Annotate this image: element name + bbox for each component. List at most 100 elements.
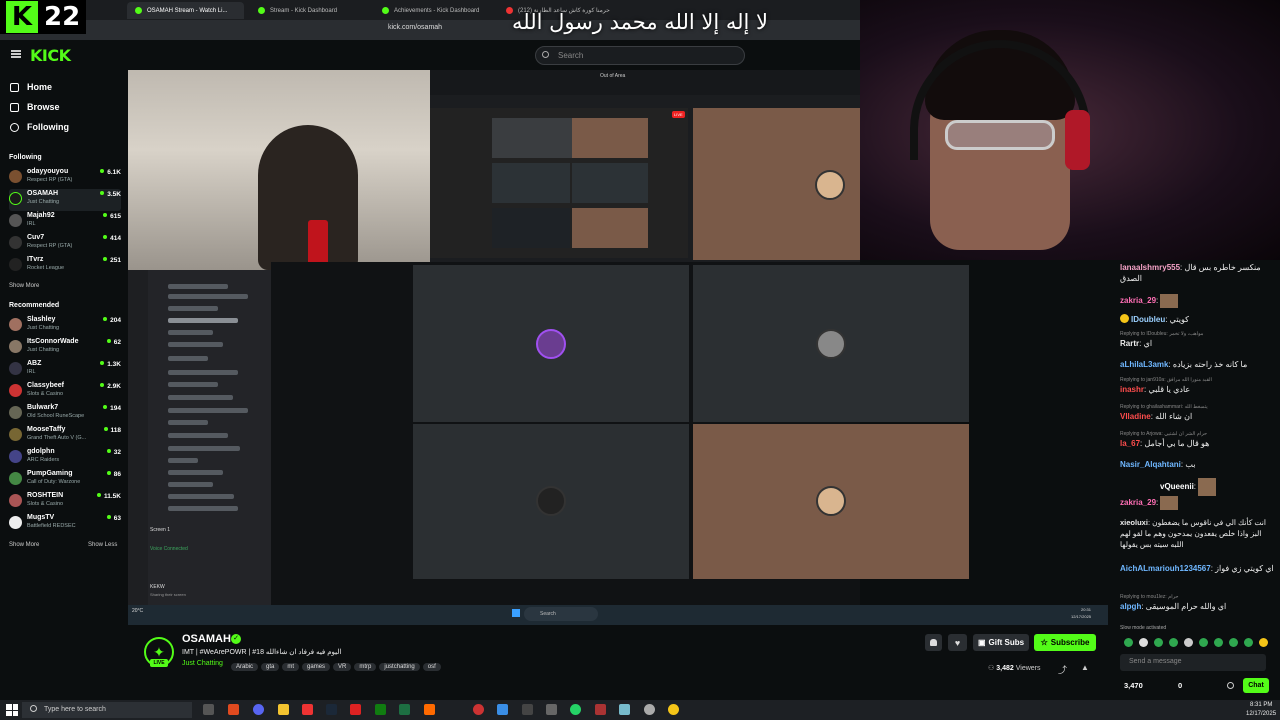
nav-home[interactable]: Home	[10, 82, 52, 92]
kicks-count[interactable]: 0	[1178, 681, 1182, 690]
steam-icon[interactable]	[326, 704, 337, 715]
xbox-icon[interactable]	[375, 704, 386, 715]
emote-icon[interactable]	[1229, 638, 1238, 647]
out-of-area-label: Out of Area	[600, 73, 626, 79]
sidebar-channel[interactable]: ITvrz Rocket League 251	[9, 255, 121, 277]
tag[interactable]: gta	[261, 663, 280, 671]
app-icon[interactable]	[497, 704, 508, 715]
heart-icon	[10, 122, 19, 132]
app-icon[interactable]	[473, 704, 484, 715]
excel-icon[interactable]	[399, 704, 410, 715]
app-icon[interactable]	[350, 704, 361, 715]
emote-icon[interactable]	[1244, 638, 1253, 647]
file-explorer-icon[interactable]	[278, 704, 289, 715]
app-icon[interactable]	[546, 704, 557, 715]
tag[interactable]: Arabic	[231, 663, 259, 671]
tag[interactable]: osf	[422, 663, 441, 671]
report-icon[interactable]: ▲	[1081, 663, 1089, 672]
sidebar-channel[interactable]: Slashley Just Chatting 204	[9, 315, 121, 337]
button-label: Gift Subs	[988, 638, 1025, 647]
avatar	[9, 236, 22, 249]
sidebar-channel[interactable]: Bulwark7 Old School RuneScape 194	[9, 403, 121, 425]
avatar	[9, 384, 22, 397]
windows-start-icon[interactable]	[6, 704, 18, 716]
emote-icon[interactable]	[1214, 638, 1223, 647]
emote-icon[interactable]	[1259, 638, 1268, 647]
share-icon[interactable]: ⤴	[1058, 663, 1067, 676]
settings-icon[interactable]	[644, 704, 655, 715]
channel-points[interactable]: 3,470	[1124, 681, 1143, 690]
emote-icon[interactable]	[1169, 638, 1178, 647]
chat-input[interactable]: Send a message	[1120, 654, 1266, 671]
home-icon	[10, 82, 19, 92]
tag[interactable]: VR	[333, 663, 352, 671]
sidebar-channel[interactable]: odayyouyou Respect RP (GTA) 6.1K	[9, 167, 121, 189]
emote-icon[interactable]	[1184, 638, 1193, 647]
search-input[interactable]: Search	[535, 46, 745, 65]
overlay-banner: لا إله إلا الله محمد رسول الله	[511, 10, 769, 34]
settings-gear-icon[interactable]	[1227, 682, 1234, 689]
sidebar-channel[interactable]: PumpGaming Call of Duty: Warzone 86	[9, 469, 121, 491]
sidebar-channel[interactable]: OSAMAH Just Chatting 3.5K	[9, 189, 121, 211]
sidebar-channel[interactable]: Classybeef Slots & Casino 2.9K	[9, 381, 121, 403]
follow-button[interactable]: ♥	[948, 634, 967, 651]
tag[interactable]: mtrp	[354, 663, 377, 671]
avatar	[9, 516, 22, 529]
sidebar-channel[interactable]: ABZ IRL 1.3K	[9, 359, 121, 381]
channel-category: Just Chatting	[27, 199, 60, 205]
app-icon[interactable]	[668, 704, 679, 715]
sidebar-channel[interactable]: gdolphn ARC Raiders 32	[9, 447, 121, 469]
whatsapp-icon[interactable]	[570, 704, 581, 715]
emote-icon[interactable]	[1139, 638, 1148, 647]
brave-browser-icon[interactable]	[228, 704, 239, 715]
subscribe-button[interactable]: ☆ Subscribe	[1034, 634, 1096, 651]
chat-message: Replying to IDoubleu: مواهب، ولا تخمر Rar…	[1120, 331, 1204, 348]
emote-icon[interactable]	[1124, 638, 1133, 647]
sidebar-channel[interactable]: Cuv7 Respect RP (GTA) 414	[9, 233, 121, 255]
browser-tab[interactable]: Achievements - Kick Dashboard	[374, 2, 494, 19]
channel-name[interactable]: OSAMAH	[182, 633, 231, 645]
app-icon[interactable]	[424, 704, 435, 715]
screen-label: Screen 1	[150, 527, 171, 533]
os-search-input[interactable]: Type here to search	[22, 702, 192, 718]
sidebar-channel[interactable]: MugsTV Battlefield REDSEC 63	[9, 513, 121, 535]
tag[interactable]: mt	[282, 663, 300, 671]
system-clock[interactable]: 8:31 PM	[1250, 702, 1272, 708]
gift-subs-button[interactable]: ▣ Gift Subs	[973, 634, 1029, 651]
app-icon[interactable]	[595, 704, 606, 715]
sidebar-channel[interactable]: ROSHTEIN Slots & Casino 11.5K	[9, 491, 121, 513]
browser-tab[interactable]: OSAMAH Stream - Watch Li...	[127, 2, 244, 19]
url-text[interactable]: kick.com/osamah	[388, 24, 442, 31]
show-more-button[interactable]: Show More	[9, 542, 39, 548]
sidebar-channel[interactable]: MooseTaffy Grand Theft Auto V (G... 118	[9, 425, 121, 447]
app-icon[interactable]	[522, 704, 533, 715]
nav-following[interactable]: Following	[10, 122, 69, 132]
app-icon[interactable]	[302, 704, 313, 715]
channel-category: ARC Raiders	[27, 457, 60, 463]
sidebar-channel[interactable]: Majah92 IRL 615	[9, 211, 121, 233]
show-less-button[interactable]: Show Less	[88, 542, 117, 548]
kick-logo[interactable]: KICK	[30, 46, 71, 65]
system-date[interactable]: 12/17/2025	[1246, 711, 1276, 717]
avatar	[9, 214, 22, 227]
send-chat-button[interactable]: Chat	[1243, 678, 1269, 693]
nav-browse[interactable]: Browse	[10, 102, 60, 112]
browser-tab[interactable]: Stream - Kick Dashboard	[250, 2, 370, 19]
tag[interactable]: justchatting	[379, 663, 420, 671]
show-more-button[interactable]: Show More	[9, 283, 39, 289]
channel-category: Slots & Casino	[27, 501, 64, 507]
heart-icon: ♥	[954, 637, 961, 648]
emote-icon[interactable]	[1154, 638, 1163, 647]
channel-name: ItsConnorWade	[27, 338, 79, 345]
discord-icon[interactable]	[253, 704, 264, 715]
hamburger-menu-icon[interactable]	[11, 50, 21, 58]
viewer-count: 118	[104, 427, 122, 434]
notification-bell-button[interactable]	[925, 634, 942, 651]
stream-category[interactable]: Just Chatting	[182, 660, 223, 667]
emote-icon[interactable]	[1199, 638, 1208, 647]
tag[interactable]: games	[302, 663, 331, 671]
app-icon[interactable]	[619, 704, 630, 715]
sidebar-channel[interactable]: ItsConnorWade Just Chatting 62	[9, 337, 121, 359]
discord-username: KEKW	[150, 584, 165, 590]
task-view-icon[interactable]	[203, 704, 214, 715]
